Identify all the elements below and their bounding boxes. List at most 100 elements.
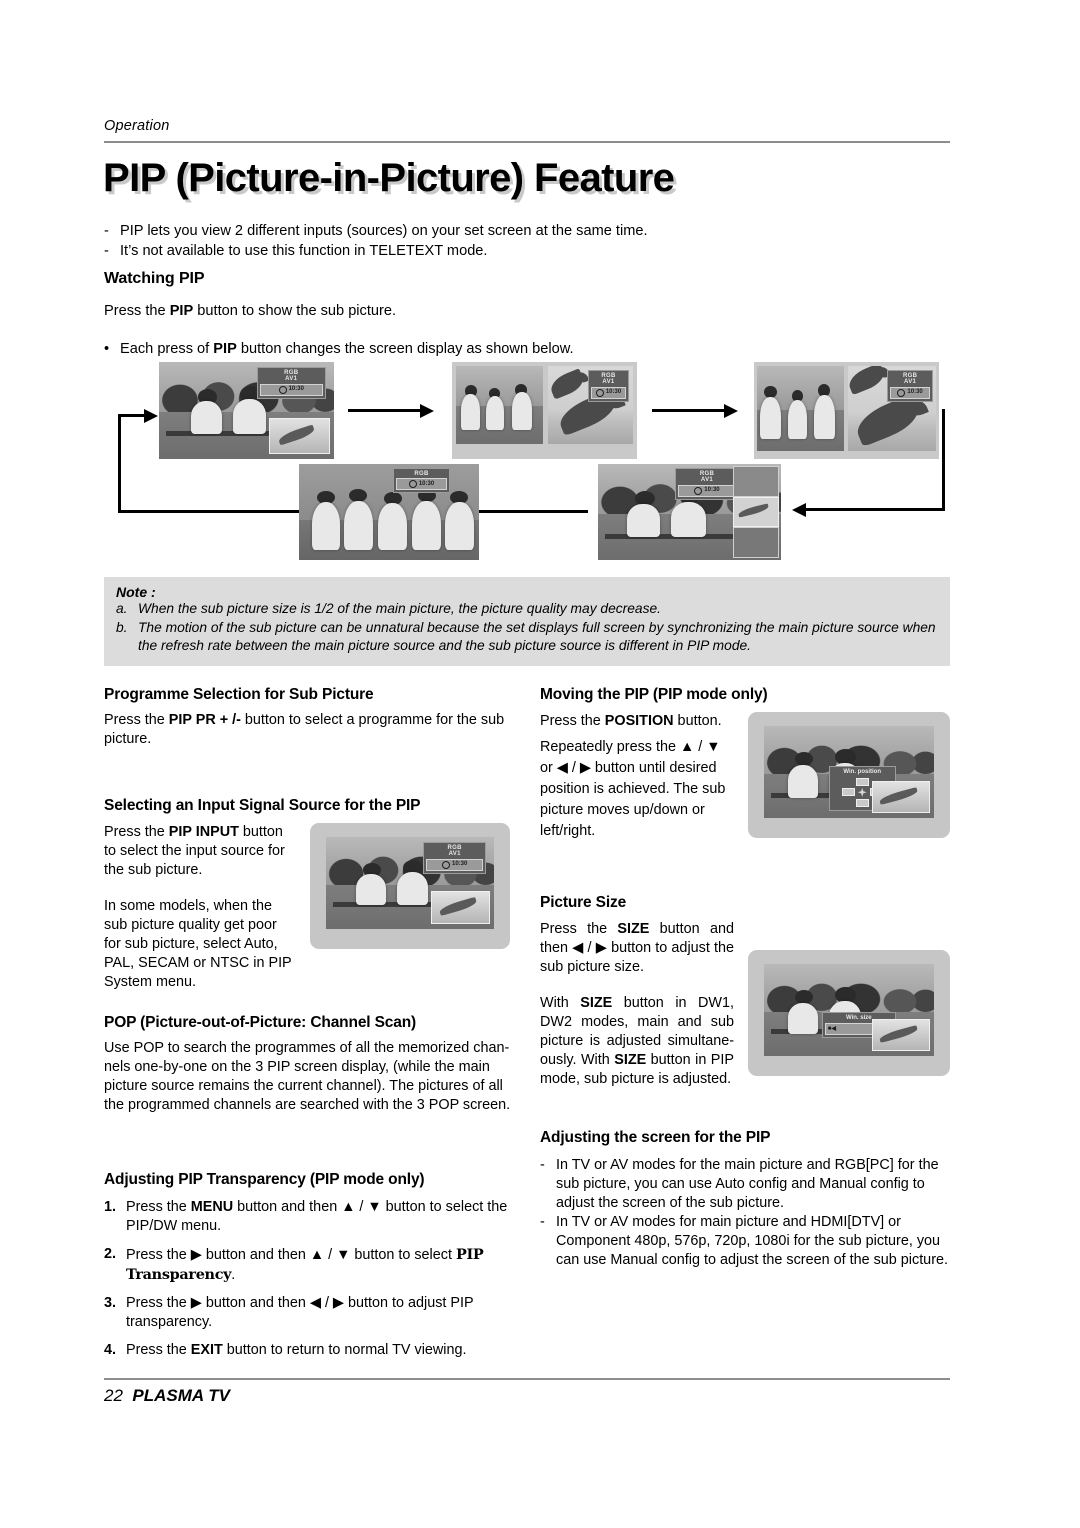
watching-pip-line1: Press the PIP button to show the sub pic… [104,302,804,322]
intro-item: - PIP lets you view 2 different inputs (… [104,222,824,241]
osd-clock-value: 10:30 [704,487,720,494]
moving-pip-para1: Press the POSITION button. [540,712,734,731]
input-signal-heading: Selecting an Input Signal Source for the… [104,797,421,814]
note-item: b. The motion of the sub picture can be … [116,619,940,656]
page-number: 22 [104,1386,123,1405]
transparency-section: Adjusting PIP Transparency (PIP mode onl… [104,1171,524,1360]
text-post: button to show the sub picture. [193,303,397,319]
text-pre: With [540,995,581,1011]
left-column: Programme Selection for Sub Picture Pres… [104,686,524,1360]
pop-sub-window [733,466,779,497]
text-pre: Press the [104,712,169,728]
intro-item-text: It’s not available to use this function … [120,243,488,259]
osd-source-line1: RGB [414,471,429,477]
step-number: 4. [104,1342,117,1358]
moving-pip-para2: Repeatedly press the ▲ / ▼ or ◀ / ▶ butt… [540,739,726,839]
osd-clock: 10:30 [890,386,930,399]
step-text-pre: Press the ▶ button and then ▲ / ▼ button… [126,1247,456,1263]
scene-figure [190,400,222,434]
watching-pip-heading: Watching PIP [104,270,205,287]
osd-source-indicator: RGB AV1 10:30 [674,468,740,500]
osd-source-line2: AV1 [602,379,615,386]
loop-arrow-top [118,414,146,417]
sub-picture-window [430,890,490,924]
win-position-label: Win. position [843,769,881,776]
bullet-mark: - [104,223,109,239]
scene-figure [627,504,661,537]
text-pre: Press the [540,713,605,729]
footer-rule [104,1378,950,1380]
pop-sub-window [733,527,779,558]
step-number: 1. [104,1199,117,1215]
step-text: Press the ▶ button and then ◀ / ▶ button… [126,1295,474,1330]
scene-figure [485,395,504,430]
scene-figure [311,502,341,551]
page-title: PIP (Picture-in-Picture) Feature [103,156,675,200]
bullet-mark: - [540,1157,545,1173]
moving-pip-heading: Moving the PIP (PIP mode only) [540,686,768,703]
tv-screen-dw-mode-2: RGB AV1 10:30 [754,362,939,459]
tv-screen-pip-mode: RGB AV1 10:30 [159,362,334,459]
bullet-mark: - [540,1214,545,1230]
scene-figure [760,396,782,440]
picture-size-heading: Picture Size [540,894,627,911]
scene-figure [378,503,407,551]
osd-source-line2: AV1 [700,477,714,484]
step-text-pre: Press the [126,1199,191,1215]
note-item-text: When the sub picture size is 1/2 of the … [138,601,662,616]
osd-source-line2: AV1 [448,851,461,858]
scene-figure [461,393,481,430]
input-signal-para2: In some models, when the sub picture qua… [104,898,292,990]
watching-pip-section: Watching PIP Press the PIP button to sho… [104,270,804,359]
scene-figure [787,1002,819,1034]
intro-bullets: - PIP lets you view 2 different inputs (… [104,222,824,262]
clock-icon [408,480,417,489]
programme-selection-text: Press the PIP PR + /- button to select a… [104,711,524,749]
osd-source-indicator: RGB 10:30 [392,468,451,494]
picture-size-section: Picture Size Press the SIZE button and t… [540,894,950,1089]
direction-box-down [855,798,869,807]
pip-mode-cycle-diagram: RGB AV1 10:30 RGB AV1 10:30 RGB AV1 10:3… [104,352,950,572]
programme-selection-heading: Programme Selection for Sub Picture [104,686,374,703]
size-button-name: SIZE [614,1052,647,1068]
note-title: Note : [116,584,156,600]
pop-heading: POP (Picture-out-of-Picture: Channel Sca… [104,1014,417,1031]
osd-source-indicator: RGB AV1 10:30 [887,370,933,402]
size-decrease-icon: ■◀ [827,1025,837,1032]
pop-sub-window [733,496,779,528]
osd-clock: 10:30 [395,478,448,491]
sub-scene-dolphin [738,503,770,519]
product-name: PLASMA TV [132,1386,230,1405]
tv-screen-win-size: Win. size ■◀ ▶■ [764,964,934,1056]
osd-clock: 10:30 [591,386,626,399]
direction-box-left [841,788,855,797]
text-pre: Press the [540,921,618,937]
adjusting-screen-heading: Adjusting the screen for the PIP [540,1129,771,1146]
scene-bench [605,534,734,539]
scene-figure [356,873,387,906]
loop-arrow-head [144,408,158,423]
input-signal-para1: Press the PIP INPUT button to select the… [104,823,296,880]
intro-item: - It’s not available to use this functio… [104,242,824,261]
osd-clock-value: 10:30 [418,481,435,488]
transparency-step: 4. Press the EXIT button to return to no… [104,1341,524,1360]
adjusting-screen-item: - In TV or AV modes for the main picture… [540,1156,950,1213]
pop-text: Use POP to search the programmes of all … [104,1040,511,1113]
step-text-post: . [231,1267,236,1283]
menu-button-name: MENU [190,1199,234,1215]
pop-section: POP (Picture-out-of-Picture: Channel Sca… [104,1014,524,1115]
osd-clock-value: 10:30 [907,389,923,396]
footer: 22 PLASMA TV [104,1386,230,1406]
scene-figure [511,392,532,430]
tv-screen-pop-mode: RGB AV1 10:30 [598,464,781,560]
tv-screen-win-position: Win. position [764,726,934,818]
direction-cross-icon [857,787,867,797]
picture-size-para2: With SIZE button in DW1, DW2 modes, main… [540,994,734,1089]
osd-clock-value: 10:30 [451,861,468,868]
size-button-name: SIZE [580,995,613,1011]
clock-icon [595,388,604,397]
cycle-arrow-1-line [348,409,422,412]
osd-source-line2: AV1 [904,379,917,386]
section-label: Operation [104,118,170,134]
size-button-name: SIZE [617,921,650,937]
